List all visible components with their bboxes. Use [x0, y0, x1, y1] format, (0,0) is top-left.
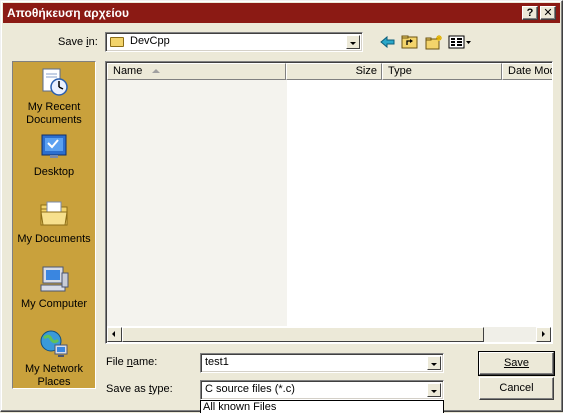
sort-ascending-icon	[152, 69, 161, 74]
save-in-dropdown-button[interactable]	[346, 35, 360, 49]
help-button[interactable]: ?	[522, 6, 538, 20]
save-as-type-dropdown-button[interactable]	[427, 383, 441, 397]
place-my-recent-documents[interactable]: My Recent Documents	[13, 66, 95, 127]
places-bar: My Recent Documents Desktop My Documents…	[12, 61, 96, 389]
file-name-input[interactable]: test1	[200, 353, 444, 373]
file-list-empty-area	[107, 80, 287, 326]
new-folder-icon[interactable]	[425, 34, 443, 50]
scroll-left-button[interactable]	[107, 327, 122, 342]
file-name-label: File name:	[106, 356, 158, 368]
file-name-dropdown-button[interactable]	[427, 356, 441, 370]
desktop-icon	[38, 131, 70, 163]
view-menu-icon[interactable]	[448, 34, 472, 50]
help-icon: ?	[526, 7, 534, 19]
scrollbar-thumb[interactable]	[122, 327, 484, 342]
place-label: My Recent Documents	[26, 101, 82, 126]
save-as-type-option[interactable]: All known Files	[200, 400, 444, 413]
save-as-type-label: Save as type:	[106, 383, 173, 395]
file-list-view[interactable]: Name Size Type Date Mod	[105, 61, 553, 344]
save-in-value: DevCpp	[130, 35, 170, 47]
column-header-date-modified[interactable]: Date Mod	[502, 63, 552, 80]
save-in-combo[interactable]: DevCpp	[105, 32, 363, 52]
scroll-right-button[interactable]	[536, 327, 551, 342]
place-my-computer[interactable]: My Computer	[13, 263, 95, 311]
column-header-size[interactable]: Size	[286, 63, 382, 80]
place-label: My Computer	[20, 298, 88, 310]
close-button[interactable]: ✕	[540, 6, 556, 20]
column-header-name[interactable]: Name	[107, 63, 286, 80]
window-title: Αποθήκευση αρχείου	[7, 6, 129, 20]
place-my-documents[interactable]: My Documents	[13, 198, 95, 246]
place-my-network-places[interactable]: My Network Places	[13, 328, 95, 389]
place-label: My Documents	[17, 233, 91, 245]
my-computer-icon	[38, 263, 70, 295]
save-in-label: Save in:	[58, 36, 98, 48]
column-header-type[interactable]: Type	[382, 63, 502, 80]
close-icon: ✕	[543, 7, 553, 19]
folder-icon	[110, 37, 124, 47]
place-desktop[interactable]: Desktop	[13, 131, 95, 179]
place-label: My Network Places	[24, 363, 84, 388]
cancel-button[interactable]: Cancel	[479, 377, 554, 400]
save-as-type-combo[interactable]: C source files (*.c)	[200, 380, 444, 400]
file-name-value[interactable]: test1	[205, 356, 229, 368]
up-folder-icon[interactable]	[401, 34, 419, 50]
horizontal-scrollbar[interactable]	[107, 327, 551, 342]
network-places-icon	[38, 328, 70, 360]
save-file-dialog: Αποθήκευση αρχείου ? ✕ Save in: DevCpp M…	[0, 0, 563, 413]
back-arrow-icon[interactable]	[379, 34, 397, 50]
place-label: Desktop	[33, 166, 75, 178]
save-button[interactable]: Save	[478, 351, 555, 376]
title-bar[interactable]: Αποθήκευση αρχείου ? ✕	[3, 3, 560, 23]
recent-documents-icon	[38, 66, 70, 98]
save-as-type-value: C source files (*.c)	[205, 383, 295, 395]
my-documents-icon	[38, 198, 70, 230]
